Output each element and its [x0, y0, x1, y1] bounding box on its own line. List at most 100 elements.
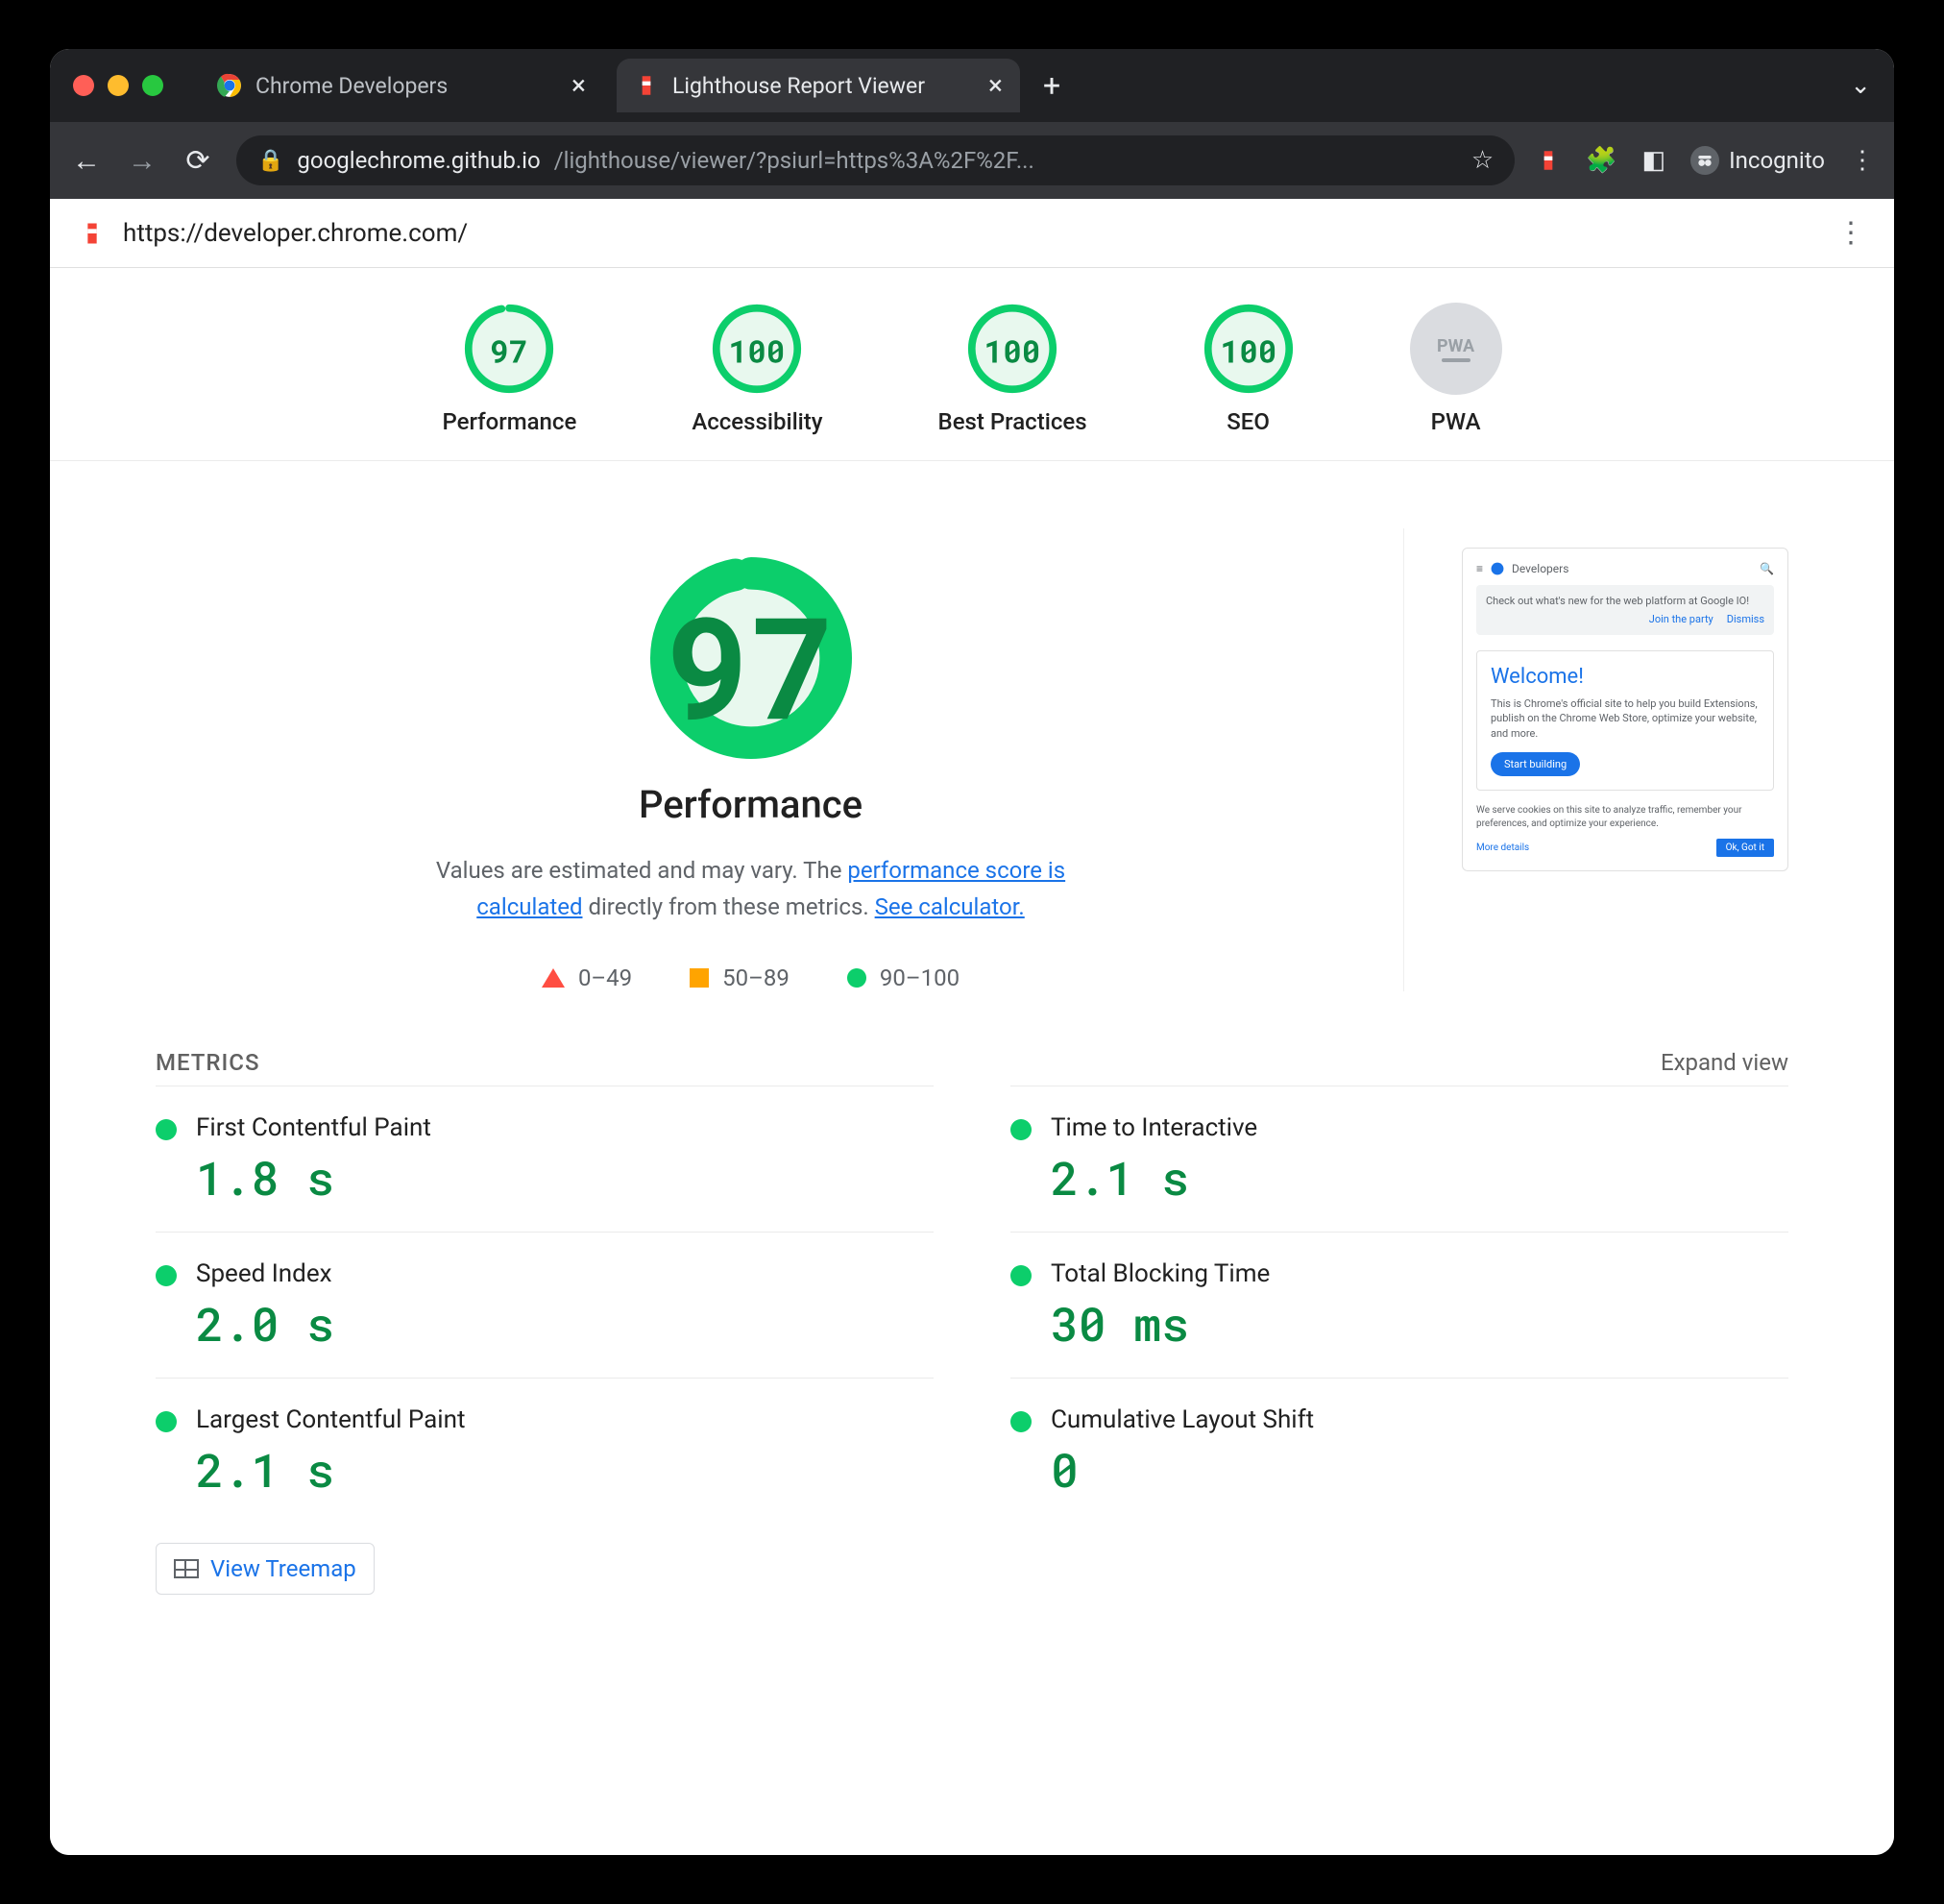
menu-icon: ≡ — [1476, 562, 1483, 575]
circle-icon — [847, 968, 866, 988]
incognito-label: Incognito — [1729, 147, 1825, 174]
treemap-icon — [174, 1559, 199, 1578]
triangle-icon — [542, 968, 565, 988]
pass-icon — [1010, 1265, 1032, 1286]
close-tab-icon[interactable]: × — [571, 72, 586, 99]
performance-title: Performance — [639, 782, 863, 827]
gauge-performance[interactable]: 97 Performance — [442, 303, 576, 435]
legend-pass: 90–100 — [847, 964, 960, 991]
gauge-ring: 100 — [966, 303, 1058, 395]
tested-url: https://developer.chrome.com/ — [123, 219, 468, 248]
gauge-ring: 100 — [711, 303, 803, 395]
toolbar-icons: 🧩 ◧ Incognito ⋮ — [1536, 146, 1875, 175]
metric-lcp: Largest Contentful Paint2.1 s — [156, 1378, 934, 1524]
reload-button[interactable]: ⟳ — [181, 144, 215, 178]
report-menu-icon[interactable]: ⋮ — [1836, 216, 1865, 250]
close-tab-icon[interactable]: × — [988, 72, 1003, 99]
metrics-grid: First Contentful Paint1.8 s Time to Inte… — [156, 1086, 1788, 1524]
metrics-section: METRICS Expand view First Contentful Pai… — [50, 991, 1894, 1595]
address-bar[interactable]: 🔒 googlechrome.github.io/lighthouse/view… — [236, 135, 1515, 185]
metric-tbt: Total Blocking Time30 ms — [1010, 1232, 1788, 1378]
pass-icon — [1010, 1119, 1032, 1140]
panel-icon[interactable]: ◧ — [1642, 146, 1666, 175]
gauge-label: Best Practices — [938, 408, 1087, 435]
tab-title: Chrome Developers — [255, 73, 448, 99]
view-treemap-button[interactable]: View Treemap — [156, 1543, 375, 1595]
lighthouse-extension-icon[interactable] — [1536, 148, 1561, 173]
expand-view-button[interactable]: Expand view — [1661, 1049, 1788, 1076]
score-legend: 0–49 50–89 90–100 — [542, 964, 960, 991]
tab-lighthouse-viewer[interactable]: Lighthouse Report Viewer × — [617, 59, 1020, 112]
pass-icon — [156, 1119, 177, 1140]
score-gauges: 97 Performance 100 Accessibility 100 Be — [50, 268, 1894, 461]
pass-icon — [156, 1411, 177, 1432]
tab-bar: Chrome Developers × Lighthouse Report Vi… — [50, 49, 1894, 122]
screenshot-preview: ≡ Developers 🔍 Check out what's new for … — [1462, 548, 1788, 871]
lighthouse-icon — [79, 220, 106, 247]
svg-text:100: 100 — [729, 330, 786, 371]
window-controls — [73, 75, 163, 96]
gauge-best-practices[interactable]: 100 Best Practices — [938, 303, 1087, 435]
svg-text:100: 100 — [1220, 330, 1276, 371]
toolbar: ← → ⟳ 🔒 googlechrome.github.io/lighthous… — [50, 122, 1894, 199]
search-icon: 🔍 — [1760, 562, 1774, 575]
gauge-label: Accessibility — [692, 408, 822, 435]
tab-chrome-developers[interactable]: Chrome Developers × — [200, 59, 603, 112]
url-host: googlechrome.github.io — [297, 147, 540, 174]
page-content: https://developer.chrome.com/ ⋮ 97 Perfo… — [50, 199, 1894, 1855]
lighthouse-topbar: https://developer.chrome.com/ ⋮ — [50, 199, 1894, 268]
pass-icon — [156, 1265, 177, 1286]
legend-fail: 0–49 — [542, 964, 632, 991]
performance-gauge: 97 — [650, 557, 852, 759]
gauge-seo[interactable]: 100 SEO — [1203, 303, 1295, 435]
tab-overflow-button[interactable]: ⌄ — [1850, 71, 1871, 100]
thumb-banner: Check out what's new for the web platfor… — [1476, 585, 1774, 635]
see-calculator-link[interactable]: See calculator. — [875, 893, 1025, 920]
thumb-cookie-actions: More details Ok, Got it — [1476, 839, 1774, 857]
forward-button[interactable]: → — [125, 144, 159, 178]
thumb-welcome-card: Welcome! This is Chrome's official site … — [1476, 650, 1774, 791]
gauge-ring: 100 — [1203, 303, 1295, 395]
incognito-badge: Incognito — [1690, 146, 1825, 175]
svg-text:97: 97 — [666, 571, 835, 757]
svg-text:97: 97 — [491, 330, 528, 371]
browser-window: Chrome Developers × Lighthouse Report Vi… — [50, 49, 1894, 1855]
gauge-pwa[interactable]: PWA PWA — [1410, 303, 1502, 435]
menu-icon[interactable]: ⋮ — [1850, 146, 1875, 175]
chrome-icon — [1491, 562, 1504, 575]
chrome-icon — [217, 73, 242, 98]
bookmark-icon[interactable]: ☆ — [1471, 146, 1494, 175]
extensions-icon[interactable]: 🧩 — [1586, 146, 1616, 175]
close-window-button[interactable] — [73, 75, 94, 96]
gauge-label: SEO — [1227, 408, 1270, 435]
svg-text:100: 100 — [984, 330, 1041, 371]
back-button[interactable]: ← — [69, 144, 104, 178]
new-tab-button[interactable]: + — [1043, 67, 1060, 104]
metric-tti: Time to Interactive2.1 s — [1010, 1086, 1788, 1232]
gauge-label: PWA — [1431, 408, 1481, 435]
tab-title: Lighthouse Report Viewer — [672, 73, 925, 99]
metrics-header: METRICS — [156, 1049, 260, 1076]
gauge-label: Performance — [442, 408, 576, 435]
maximize-window-button[interactable] — [142, 75, 163, 96]
gauge-accessibility[interactable]: 100 Accessibility — [692, 303, 822, 435]
pwa-badge-icon: PWA — [1410, 303, 1502, 395]
pass-icon — [1010, 1411, 1032, 1432]
performance-description: Values are estimated and may vary. The p… — [415, 852, 1087, 926]
minimize-window-button[interactable] — [108, 75, 129, 96]
lighthouse-icon — [634, 73, 659, 98]
lock-icon: 🔒 — [257, 149, 283, 173]
url-path: /lighthouse/viewer/?psiurl=https%3A%2F%2… — [554, 147, 1034, 174]
square-icon — [690, 968, 709, 988]
metric-si: Speed Index2.0 s — [156, 1232, 934, 1378]
incognito-icon — [1690, 146, 1719, 175]
thumb-cookie-notice: We serve cookies on this site to analyze… — [1476, 804, 1774, 831]
gauge-ring: 97 — [463, 303, 555, 395]
page-screenshot: ≡ Developers 🔍 Check out what's new for … — [1462, 528, 1788, 991]
performance-summary: 97 Performance Values are estimated and … — [156, 528, 1404, 991]
metric-fcp: First Contentful Paint1.8 s — [156, 1086, 934, 1232]
performance-section: 97 Performance Values are estimated and … — [50, 461, 1894, 991]
thumb-cta: Start building — [1491, 752, 1580, 776]
legend-average: 50–89 — [690, 964, 790, 991]
metric-cls: Cumulative Layout Shift0 — [1010, 1378, 1788, 1524]
